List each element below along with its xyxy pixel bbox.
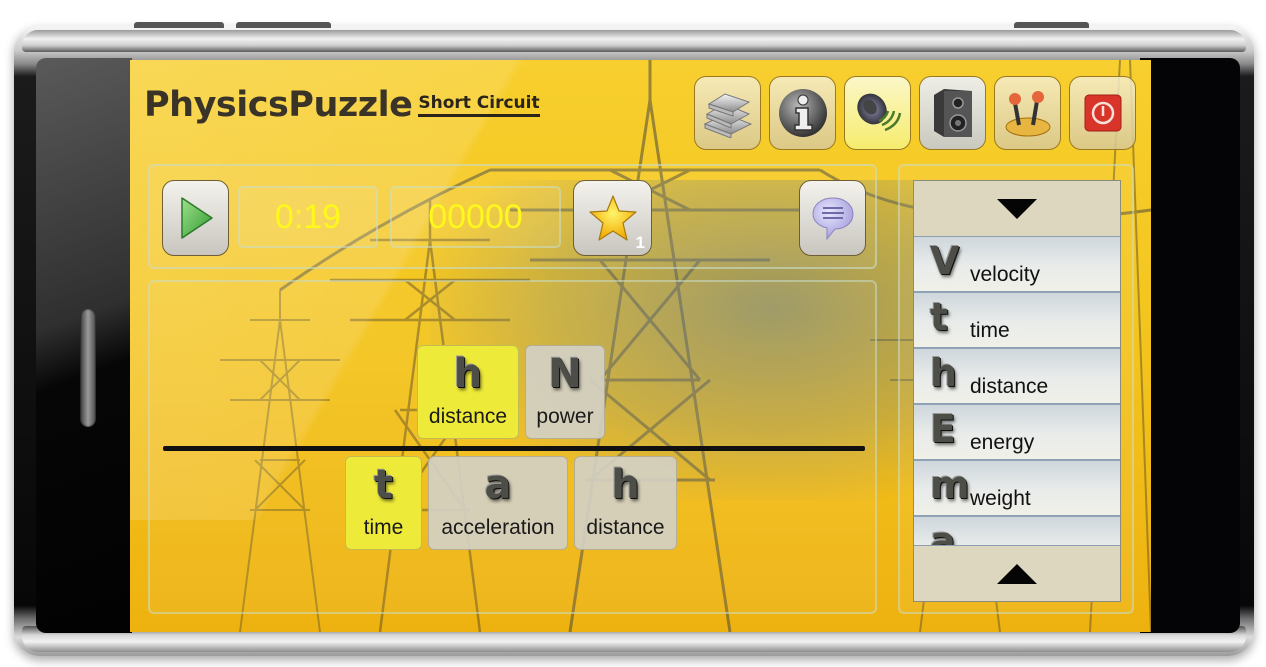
game-screen: PhysicsPuzzle Short Circuit 0:19 00000 1… [130, 60, 1151, 632]
list-item[interactable]: E energy [914, 405, 1120, 461]
info-icon [778, 89, 827, 137]
list-item-label: velocity [970, 263, 1041, 286]
phone-home-button [80, 309, 96, 427]
tile-symbol: a [484, 462, 512, 508]
triangle-up-icon [997, 563, 1037, 584]
list-item-symbol: V [930, 239, 960, 283]
score-display: 00000 [390, 186, 561, 248]
symbol-list: V velocity t time h distance E energy m [913, 180, 1121, 602]
list-item-symbol: E [930, 407, 956, 451]
denominator-tile[interactable]: h distance [574, 456, 677, 550]
star-icon [588, 195, 637, 241]
list-item[interactable]: V velocity [914, 237, 1120, 293]
top-toolbar [694, 76, 1136, 150]
list-item-label: weight [970, 487, 1031, 510]
list-item[interactable]: h distance [914, 349, 1120, 405]
controls-button[interactable] [994, 76, 1061, 150]
sound-on-icon [856, 93, 901, 132]
app-logo: PhysicsPuzzle Short Circuit [144, 88, 540, 123]
tile-symbol: h [611, 462, 640, 508]
speaker-icon [933, 89, 972, 137]
triangle-down-icon [997, 198, 1037, 219]
tile-symbol: t [373, 462, 394, 508]
tile-symbol: h [453, 351, 483, 397]
fraction-line [163, 446, 865, 451]
sound-button[interactable] [844, 76, 911, 150]
timer-display: 0:19 [238, 186, 378, 248]
phone-power-button [1014, 22, 1089, 28]
tile-symbol: N [548, 351, 582, 397]
tile-label: time [363, 516, 404, 539]
library-button[interactable] [694, 76, 761, 150]
symbol-list-panel: V velocity t time h distance E energy m [898, 164, 1134, 614]
tile-label: acceleration [441, 516, 555, 539]
numerator-tile[interactable]: N power [525, 345, 605, 439]
list-item-symbol: m [930, 463, 970, 507]
scroll-up-button[interactable] [914, 545, 1120, 601]
tile-label: distance [428, 405, 508, 428]
list-item-label: time [970, 319, 1010, 342]
phone-top-bezel [22, 30, 1246, 52]
denominator-tile[interactable]: a acceleration [428, 456, 568, 550]
books-icon [703, 93, 752, 138]
level-title: Short Circuit [418, 95, 540, 117]
phone-volume-button [236, 22, 331, 28]
denominator-tile[interactable]: t time [345, 456, 422, 550]
list-item-label: energy [970, 431, 1035, 454]
tile-label: power [536, 405, 594, 428]
joystick-icon [1005, 91, 1050, 137]
phone-volume-button [134, 22, 224, 28]
list-item-label: distance [970, 375, 1049, 398]
list-item[interactable]: t time [914, 293, 1120, 349]
control-bar: 0:19 00000 1 [148, 164, 877, 269]
list-item-symbol: t [930, 295, 949, 339]
numerator-row: h distance N power [417, 345, 605, 439]
music-button[interactable] [919, 76, 986, 150]
numerator-tile[interactable]: h distance [417, 345, 519, 439]
denominator-row: t time a acceleration h distance [345, 456, 677, 550]
play-button[interactable] [162, 180, 229, 256]
app-title: PhysicsPuzzle [144, 85, 413, 125]
speech-bubble-icon [811, 197, 854, 241]
list-item-symbol: h [930, 351, 958, 395]
hint-star-button[interactable]: 1 [573, 180, 652, 256]
power-icon [1084, 94, 1121, 132]
play-icon [180, 197, 213, 239]
list-item[interactable]: m weight [914, 461, 1120, 517]
info-button[interactable] [769, 76, 836, 150]
exit-button[interactable] [1069, 76, 1136, 150]
tile-label: distance [586, 516, 665, 539]
equation-board: h distance N power t time a acceleration… [148, 280, 877, 614]
symbol-list-items: V velocity t time h distance E energy m [914, 237, 1120, 573]
chat-button[interactable] [799, 180, 866, 256]
star-count: 1 [635, 233, 645, 252]
phone-glass-right [1140, 58, 1240, 633]
scroll-down-button[interactable] [914, 181, 1120, 237]
